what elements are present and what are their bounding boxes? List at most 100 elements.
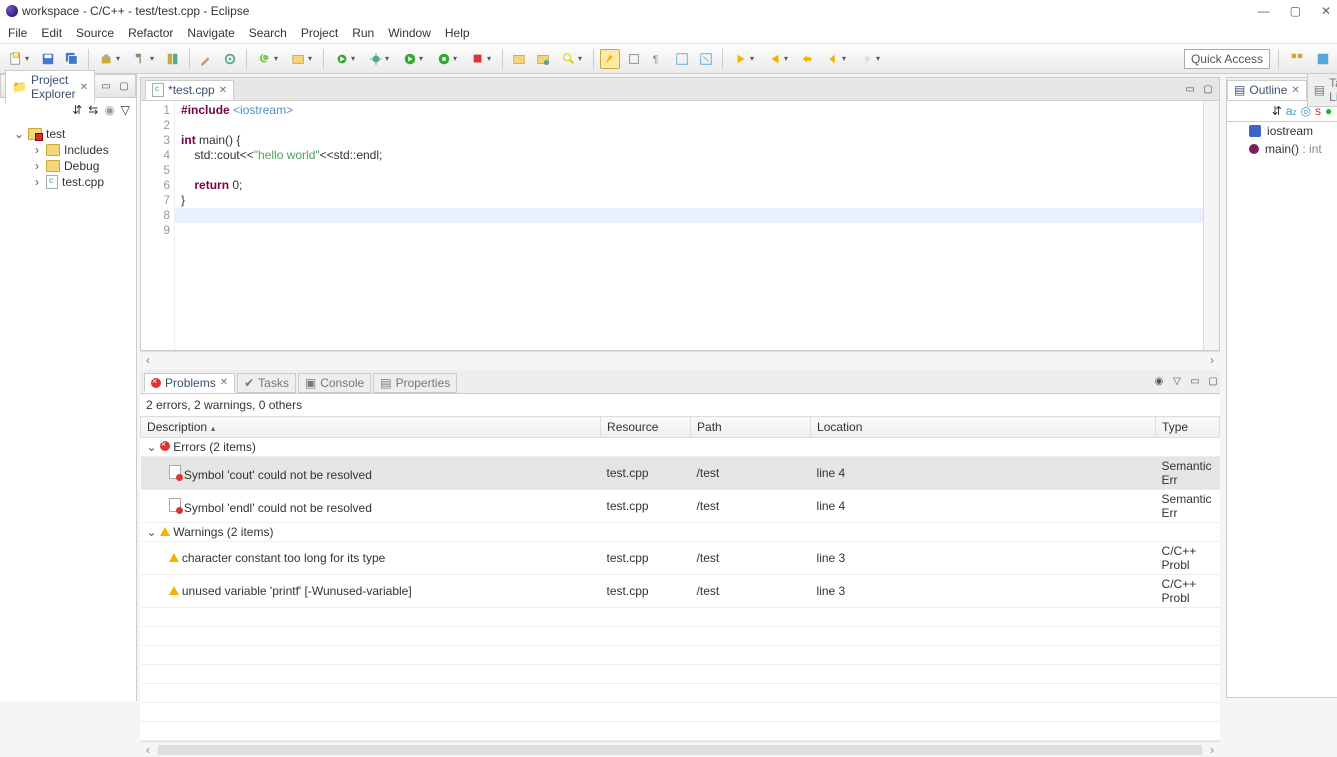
code-area[interactable]: #include <iostream> int main() { std::co… — [175, 101, 1203, 350]
run-button[interactable] — [398, 49, 428, 69]
chevron-right-icon[interactable]: › — [32, 143, 42, 157]
outline-tab[interactable]: ▤ Outline ✕ — [1227, 80, 1307, 100]
tasklist-tab[interactable]: ▤ Task List — [1307, 73, 1337, 107]
tab-problems[interactable]: Problems ✕ — [144, 373, 235, 393]
forward-button[interactable] — [855, 49, 885, 69]
col-location[interactable]: Location — [811, 417, 1156, 438]
col-type[interactable]: Type — [1156, 417, 1220, 438]
az-sort-icon[interactable]: az — [1286, 104, 1297, 118]
last-edit-button[interactable] — [797, 49, 817, 69]
debug-button[interactable] — [364, 49, 394, 69]
hammer-button[interactable] — [129, 49, 159, 69]
editor-body[interactable]: 123456789 #include <iostream> int main()… — [140, 101, 1220, 351]
menu-edit[interactable]: Edit — [41, 26, 62, 40]
zoom-button[interactable] — [696, 49, 716, 69]
close-icon[interactable]: ✕ — [220, 377, 228, 388]
tree-root[interactable]: ⌄ test — [2, 126, 134, 142]
maximize-icon[interactable]: ▢ — [1206, 375, 1220, 389]
show-whitespace-button[interactable]: ¶ — [648, 49, 668, 69]
minimize-button[interactable]: — — [1258, 4, 1270, 18]
problem-row[interactable]: unused variable 'printf' [-Wunused-varia… — [141, 575, 1220, 608]
outline-item-iostream[interactable]: iostream — [1227, 122, 1337, 140]
problem-row[interactable]: character constant too long for its type… — [141, 542, 1220, 575]
tree-item-includes[interactable]: › Includes — [2, 142, 134, 158]
brush-icon[interactable] — [196, 49, 216, 69]
editor-vscrollbar[interactable] — [1203, 101, 1219, 350]
new-cpp-class-button[interactable]: C — [253, 49, 283, 69]
project-explorer-tab[interactable]: 📁 Project Explorer ✕ — [5, 70, 95, 104]
tree-item-debug[interactable]: › Debug — [2, 158, 134, 174]
col-resource[interactable]: Resource — [601, 417, 691, 438]
menu-refactor[interactable]: Refactor — [128, 26, 173, 40]
minimize-icon[interactable]: ▭ — [1183, 82, 1197, 96]
quick-access-input[interactable]: Quick Access — [1184, 49, 1270, 69]
save-all-button[interactable] — [62, 49, 82, 69]
maximize-icon[interactable]: ▢ — [1201, 82, 1215, 96]
chevron-right-icon[interactable]: › — [32, 175, 42, 189]
close-icon[interactable]: ✕ — [219, 85, 227, 96]
maximize-button[interactable]: ▢ — [1290, 4, 1301, 18]
tree-item-testcpp[interactable]: › test.cpp — [2, 174, 134, 190]
search-button[interactable] — [557, 49, 587, 69]
chevron-down-icon[interactable]: ⌄ — [14, 127, 24, 141]
menu-search[interactable]: Search — [249, 26, 287, 40]
open-element-button[interactable] — [533, 49, 553, 69]
open-perspective-button[interactable] — [1287, 49, 1307, 69]
problem-row[interactable]: Symbol 'cout' could not be resolvedtest.… — [141, 457, 1220, 490]
manage-config-button[interactable] — [163, 49, 183, 69]
next-annotation-button[interactable] — [729, 49, 759, 69]
chevron-right-icon[interactable]: › — [32, 159, 42, 173]
tab-properties[interactable]: ▤Properties — [373, 373, 457, 393]
menu-navigate[interactable]: Navigate — [187, 26, 234, 40]
build-button[interactable] — [95, 49, 125, 69]
cpp-perspective-button[interactable] — [1313, 49, 1333, 69]
menu-source[interactable]: Source — [76, 26, 114, 40]
title-bar: workspace - C/C++ - test/test.cpp - Ecli… — [0, 0, 1337, 22]
view-menu-icon[interactable]: ▽ — [121, 103, 130, 117]
toggle-block-button[interactable] — [624, 49, 644, 69]
collapse-all-icon[interactable]: ⇵ — [72, 103, 82, 117]
editor-tab-testcpp[interactable]: *test.cpp ✕ — [145, 80, 234, 100]
minimize-icon[interactable]: ▭ — [99, 79, 113, 93]
save-button[interactable] — [38, 49, 58, 69]
profile-button[interactable] — [432, 49, 462, 69]
close-button[interactable]: ✕ — [1321, 4, 1331, 18]
sort-icon[interactable]: ⇵ — [1272, 104, 1282, 118]
view-menu-icon[interactable]: ▽ — [1170, 375, 1184, 389]
toggle-mark-button[interactable] — [600, 49, 620, 69]
outline-item-main[interactable]: main() : int — [1227, 140, 1337, 158]
focus-task-icon[interactable]: ◉ — [104, 103, 114, 117]
close-icon[interactable]: ✕ — [80, 82, 88, 93]
group-errors[interactable]: ⌄ Errors (2 items) — [141, 438, 1220, 457]
outline-item-label: main() — [1265, 142, 1299, 156]
new-folder-button[interactable] — [287, 49, 317, 69]
link-editor-icon[interactable]: ⇆ — [88, 103, 98, 117]
tab-console[interactable]: ▣Console — [298, 373, 371, 393]
menu-window[interactable]: Window — [388, 26, 431, 40]
problems-hscrollbar[interactable]: ‹› — [140, 741, 1220, 757]
menu-help[interactable]: Help — [445, 26, 470, 40]
problem-row[interactable]: Symbol 'endl' could not be resolvedtest.… — [141, 490, 1220, 523]
group-warnings[interactable]: ⌄ Warnings (2 items) — [141, 523, 1220, 542]
external-tools-button[interactable] — [466, 49, 496, 69]
new-button[interactable] — [4, 49, 34, 69]
tab-tasks[interactable]: ✔Tasks — [237, 373, 296, 393]
menu-run[interactable]: Run — [352, 26, 374, 40]
menu-project[interactable]: Project — [301, 26, 338, 40]
col-description[interactable]: Description▴ — [141, 417, 601, 438]
prev-annotation-button[interactable] — [763, 49, 793, 69]
col-path[interactable]: Path — [691, 417, 811, 438]
toggle-word-wrap-button[interactable] — [672, 49, 692, 69]
close-icon[interactable]: ✕ — [1291, 85, 1299, 96]
target-button[interactable] — [220, 49, 240, 69]
relaunch-button[interactable] — [330, 49, 360, 69]
maximize-icon[interactable]: ▢ — [117, 79, 131, 93]
folder-icon — [46, 144, 60, 156]
editor-hscrollbar[interactable]: ‹› — [140, 351, 1220, 367]
back-button[interactable] — [821, 49, 851, 69]
minimize-icon[interactable]: ▭ — [1188, 375, 1202, 389]
outline-item-label: iostream — [1267, 124, 1313, 138]
open-type-button[interactable] — [509, 49, 529, 69]
menu-file[interactable]: File — [8, 26, 27, 40]
focus-icon[interactable]: ◉ — [1152, 375, 1166, 389]
